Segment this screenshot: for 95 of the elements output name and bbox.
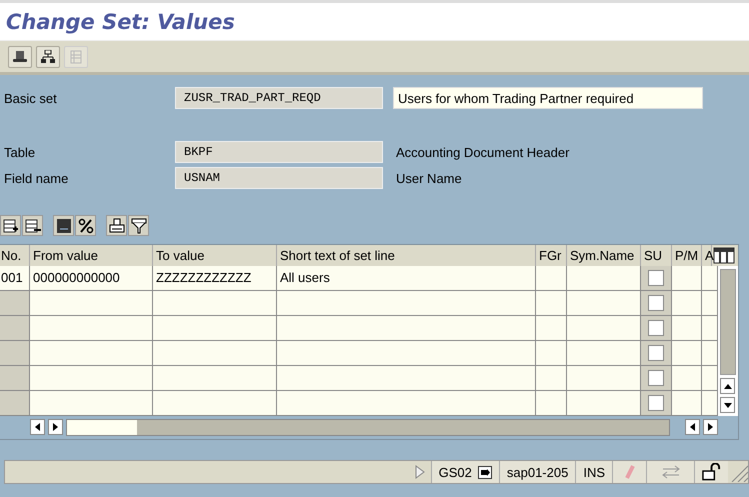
table-cell[interactable] — [567, 266, 641, 291]
insert-row-icon[interactable] — [0, 215, 21, 236]
table-cell[interactable] — [153, 391, 277, 416]
table-cell[interactable] — [30, 316, 153, 341]
hat-icon[interactable] — [8, 46, 32, 68]
table-cell[interactable] — [702, 266, 718, 291]
field-description: User Name — [395, 170, 462, 186]
table-cell[interactable] — [153, 316, 277, 341]
table-cell[interactable] — [702, 366, 718, 391]
left-arrow-icon — [690, 423, 695, 431]
table-cell[interactable] — [153, 366, 277, 391]
row-selector[interactable] — [0, 341, 30, 366]
table-cell[interactable] — [153, 291, 277, 316]
table-cell[interactable] — [702, 291, 718, 316]
delete-row-icon[interactable] — [22, 215, 43, 236]
server-name: sap01-205 — [506, 464, 568, 480]
table-cell[interactable] — [702, 341, 718, 366]
table-cell[interactable] — [30, 366, 153, 391]
hierarchy-icon[interactable] — [36, 46, 60, 68]
row-selector[interactable] — [0, 291, 30, 316]
table-cell[interactable] — [536, 316, 567, 341]
table-cell[interactable] — [277, 366, 536, 391]
scrollbar-track[interactable] — [66, 419, 670, 436]
row-number: 001 — [0, 266, 30, 291]
table-cell[interactable]: 000000000000 — [30, 266, 153, 291]
checkbox[interactable] — [648, 295, 664, 311]
input-mode: INS — [583, 464, 605, 480]
table-cell[interactable] — [277, 391, 536, 416]
field-value: BKPF — [175, 141, 383, 163]
table-cell[interactable] — [30, 291, 153, 316]
table-cell[interactable] — [567, 366, 641, 391]
scrollbar-thumb[interactable] — [67, 420, 137, 435]
table-cell[interactable] — [536, 291, 567, 316]
table-cell[interactable]: All users — [277, 266, 536, 291]
table-cell[interactable] — [672, 366, 702, 391]
select-all-icon[interactable] — [53, 215, 74, 236]
table-cell[interactable] — [672, 316, 702, 341]
triangle-icon[interactable] — [414, 465, 425, 479]
table-cell[interactable] — [672, 391, 702, 416]
table-cell[interactable] — [672, 341, 702, 366]
vertical-scrollbar[interactable] — [718, 266, 738, 416]
table-cell[interactable] — [536, 266, 567, 291]
slash-icon — [624, 465, 636, 479]
table-cell[interactable] — [536, 391, 567, 416]
table-cell[interactable] — [672, 266, 702, 291]
table-cell[interactable] — [702, 316, 718, 341]
table-cell[interactable] — [536, 341, 567, 366]
checkbox[interactable] — [648, 320, 664, 336]
padlock-icon[interactable] — [702, 463, 721, 481]
table-cell[interactable] — [277, 341, 536, 366]
checkbox[interactable] — [648, 345, 664, 361]
scroll-right-button[interactable] — [48, 419, 63, 435]
transfer-icon — [660, 465, 680, 479]
field-value: USNAM — [175, 167, 383, 189]
up-arrow-icon — [724, 384, 732, 388]
table-cell[interactable] — [277, 291, 536, 316]
table-cell[interactable] — [567, 316, 641, 341]
table-cell[interactable] — [567, 341, 641, 366]
filter-icon[interactable] — [128, 215, 149, 236]
table-cell[interactable] — [277, 316, 536, 341]
field-label: Basic set — [3, 90, 58, 106]
table-cell[interactable] — [702, 391, 718, 416]
checkbox[interactable] — [648, 370, 664, 386]
left-arrow-icon — [35, 423, 40, 431]
description-field[interactable]: Users for whom Trading Partner required — [393, 87, 703, 109]
right-arrow-icon — [53, 423, 58, 431]
checkbox[interactable] — [648, 270, 664, 286]
table-cell[interactable] — [30, 391, 153, 416]
print-icon[interactable] — [106, 215, 127, 236]
right-arrow-icon — [708, 423, 713, 431]
checkbox[interactable] — [648, 395, 664, 411]
scroll-down-button[interactable] — [720, 397, 735, 413]
table-cell[interactable] — [536, 366, 567, 391]
table-cell[interactable] — [153, 341, 277, 366]
percent-icon[interactable] — [75, 215, 96, 236]
field-description: Accounting Document Header — [395, 144, 570, 160]
popup-icon[interactable] — [478, 466, 492, 478]
table-cell[interactable]: ZZZZZZZZZZZZ — [153, 266, 277, 291]
scroll-right-button[interactable] — [703, 419, 718, 435]
row-selector[interactable] — [0, 316, 30, 341]
field-label: Table — [3, 144, 36, 160]
row-selector[interactable] — [0, 366, 30, 391]
transaction-code: GS02 — [438, 464, 472, 480]
table-cell[interactable] — [567, 391, 641, 416]
field-label: Field name — [3, 170, 70, 186]
field-value[interactable]: ZUSR_TRAD_PART_REQD — [175, 87, 383, 109]
scrollbar-thumb[interactable] — [720, 269, 736, 375]
scroll-left-button[interactable] — [685, 419, 700, 435]
window-title: Change Set: Values — [6, 10, 235, 34]
table-cell[interactable] — [567, 291, 641, 316]
table-cell[interactable] — [30, 341, 153, 366]
down-arrow-icon — [724, 402, 732, 408]
scroll-left-button[interactable] — [30, 419, 45, 435]
table-cell[interactable] — [672, 291, 702, 316]
scroll-up-button[interactable] — [720, 378, 735, 394]
